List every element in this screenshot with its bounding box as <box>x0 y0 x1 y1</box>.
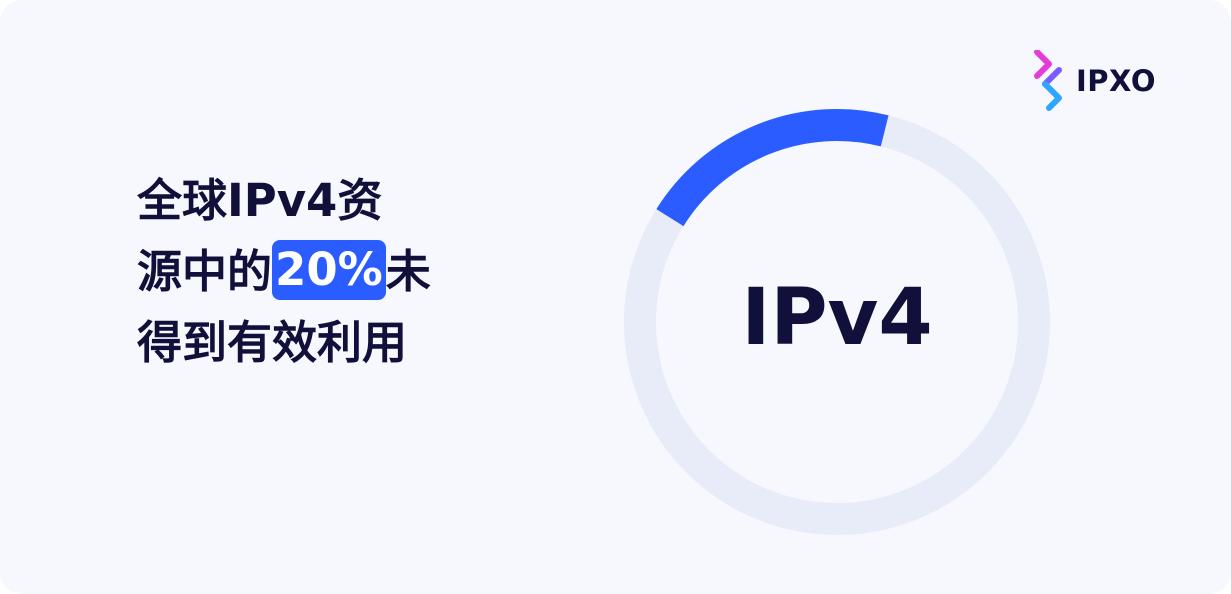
infographic-card: 全球IPv4资 源中的20%未 得到有效利用 IPXO IPv4 <box>0 0 1231 594</box>
chart-center-label: IPv4 <box>741 273 932 363</box>
donut-slice-highlight <box>656 109 889 227</box>
donut-chart: IPv4 <box>624 109 1050 535</box>
